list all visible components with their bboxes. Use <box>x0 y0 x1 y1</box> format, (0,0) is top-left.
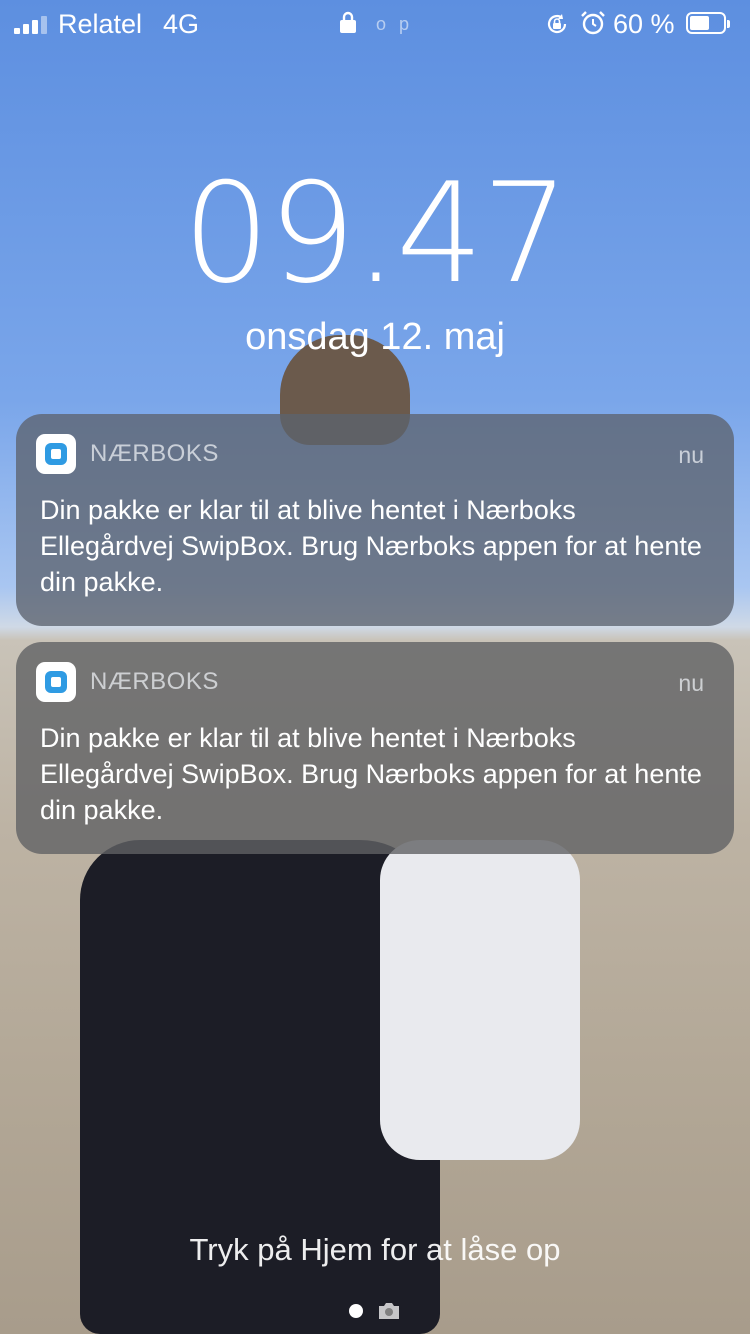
alarm-icon <box>581 11 605 35</box>
wallpaper-person-right <box>380 840 580 1160</box>
status-center-text: o p <box>376 14 414 34</box>
battery-cap <box>727 20 730 28</box>
battery-icon <box>686 12 730 34</box>
page-indicator <box>0 1302 750 1320</box>
lock-screen-clock: 09.47 <box>182 153 569 314</box>
notification-message: Din pakke er klar til at blive hentet i … <box>40 723 702 825</box>
notification-time: nu <box>678 670 704 696</box>
notification-card[interactable]: NÆRBOKS nu Din pakke er klar til at bliv… <box>16 642 734 854</box>
notification-message: Din pakke er klar til at blive hentet i … <box>40 495 702 597</box>
rotation-lock-icon <box>547 14 567 34</box>
signal-icon <box>14 14 47 34</box>
notification-app-name: NÆRBOKS <box>90 668 219 695</box>
lock-screen-date: onsdag 12. maj <box>245 316 505 358</box>
network-type: 4G <box>163 9 200 39</box>
lock-icon <box>340 11 356 33</box>
status-bar: Relatel 4G o p 60 % <box>0 0 750 48</box>
naerboks-app-icon <box>36 662 76 702</box>
unlock-hint: Tryk på Hjem for at låse op <box>189 1232 561 1267</box>
page-dot-active <box>349 1304 363 1318</box>
naerboks-app-icon <box>36 434 76 474</box>
carrier-name: Relatel <box>58 9 143 39</box>
battery-percentage: 60 % <box>613 9 675 39</box>
battery-fill <box>690 16 709 30</box>
notification-app-name: NÆRBOKS <box>90 440 219 467</box>
notification-time: nu <box>678 442 704 468</box>
camera-icon[interactable] <box>377 1302 401 1320</box>
notification-card[interactable]: NÆRBOKS nu Din pakke er klar til at bliv… <box>16 414 734 626</box>
